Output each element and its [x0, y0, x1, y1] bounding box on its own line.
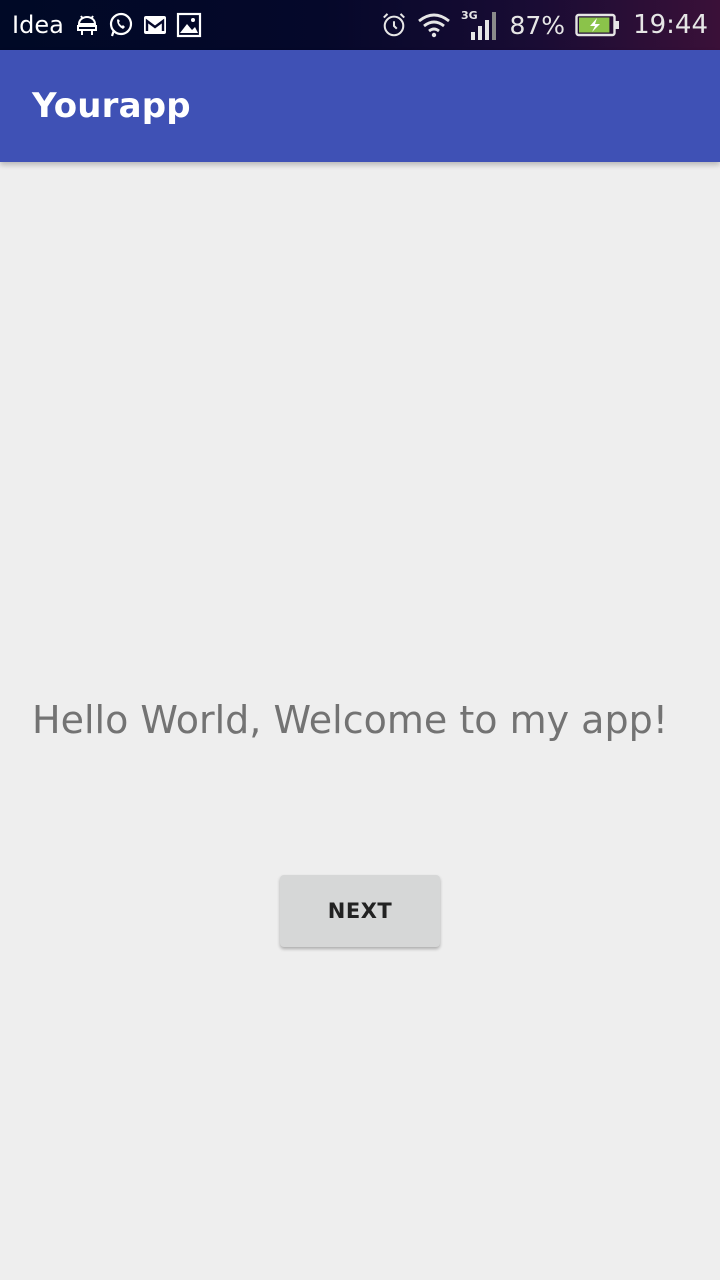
- network-type-label: 3G: [461, 9, 478, 22]
- carrier-name: Idea: [12, 11, 64, 39]
- wifi-icon: [417, 12, 451, 38]
- signal-3g-icon: 3G: [461, 8, 499, 42]
- app-title: Yourapp: [32, 86, 191, 126]
- welcome-message: Hello World, Welcome to my app!: [32, 698, 668, 742]
- alarm-icon: [381, 12, 407, 38]
- next-button[interactable]: NEXT: [280, 875, 440, 947]
- battery-percent: 87%: [509, 10, 566, 40]
- gallery-icon: [176, 12, 202, 38]
- status-bar: Idea 3G 87% 19:44: [0, 0, 720, 50]
- status-bar-right: 3G 87% 19:44: [381, 0, 708, 50]
- clock-time: 19:44: [633, 10, 708, 40]
- android-debug-icon: [74, 12, 100, 38]
- gmail-icon: [142, 12, 168, 38]
- battery-charging-icon: [575, 12, 621, 38]
- app-bar: Yourapp: [0, 50, 720, 162]
- status-bar-left: Idea: [12, 0, 202, 50]
- whatsapp-icon: [108, 12, 134, 38]
